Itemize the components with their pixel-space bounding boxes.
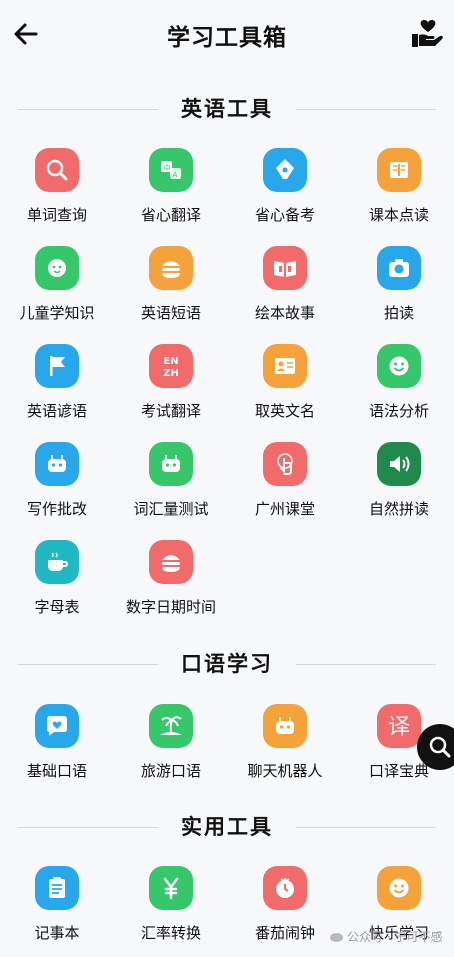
tool-tile[interactable]: 绘本故事 <box>228 246 342 336</box>
svg-text:A: A <box>173 171 178 179</box>
section-title: 实用工具 <box>181 815 273 839</box>
burger-icon <box>149 246 193 290</box>
tool-label: 字母表 <box>34 598 80 616</box>
page-title: 学习工具箱 <box>167 25 287 51</box>
tool-label: 记事本 <box>34 924 80 942</box>
tool-label: 取英文名 <box>254 402 315 420</box>
book-icon <box>377 148 421 192</box>
divider <box>296 664 436 665</box>
tool-tile[interactable]: 语法分析 <box>342 344 454 434</box>
tomato-clock-icon <box>263 866 307 910</box>
tool-label: 广州课堂 <box>254 500 315 518</box>
tool-tile[interactable]: EN ZH 考试翻译 <box>114 344 228 434</box>
tool-tile[interactable]: 中 A 省心翻译 <box>114 148 228 238</box>
watermark-text: 公众号 · 宁可不感 <box>347 930 443 944</box>
notepad-icon <box>35 866 79 910</box>
section-title: 口语学习 <box>181 652 273 676</box>
tool-label: 汇率转换 <box>140 924 201 942</box>
section-title: 英语工具 <box>181 97 273 121</box>
tool-tile[interactable]: 拍读 <box>342 246 454 336</box>
tool-tile[interactable]: 基础口语 <box>0 704 114 794</box>
tool-label: 儿童学知识 <box>19 304 95 322</box>
tool-label: 数字日期时间 <box>125 598 216 616</box>
svg-text:ZH: ZH <box>163 368 179 379</box>
robot-icon <box>149 442 193 486</box>
translate-icon: 中A <box>149 148 193 192</box>
wechat-icon <box>330 933 343 942</box>
tool-tile[interactable]: 汇率转换 <box>114 866 228 956</box>
tool-tile[interactable]: 广州课堂 <box>228 442 342 532</box>
tool-label: 自然拼读 <box>368 500 429 518</box>
svg-text:EN: EN <box>163 356 178 367</box>
tool-label: 语法分析 <box>368 402 429 420</box>
tool-label: 词汇量测试 <box>133 500 209 518</box>
tool-label: 省心翻译 <box>140 206 201 224</box>
tool-label: 单词查询 <box>26 206 87 224</box>
section-header-practical-tools: 实用工具 <box>0 811 454 843</box>
chat-heart-icon <box>35 704 79 748</box>
tool-tile[interactable]: 番茄闹钟 <box>228 866 342 956</box>
tool-tile[interactable]: 取英文名 <box>228 344 342 434</box>
palm-island-icon <box>149 704 193 748</box>
divider <box>296 827 436 828</box>
watermark: 公众号 · 宁可不感 <box>330 928 442 945</box>
tool-tile[interactable]: 字母表 <box>0 540 114 630</box>
tool-label: 拍读 <box>383 304 414 322</box>
speaker-icon <box>377 442 421 486</box>
tool-label: 省心备考 <box>254 206 315 224</box>
tool-tile[interactable]: 写作批改 <box>0 442 114 532</box>
tool-label: 聊天机器人 <box>247 762 323 780</box>
divider <box>296 109 436 110</box>
tool-tile[interactable]: 省心备考 <box>228 148 342 238</box>
yi-char-icon: 译 <box>377 704 421 748</box>
tool-label: 番茄闹钟 <box>254 924 315 942</box>
yen-icon <box>149 866 193 910</box>
svg-text:译: 译 <box>388 715 410 740</box>
search-icon <box>35 148 79 192</box>
id-card-icon <box>263 344 307 388</box>
tool-tile[interactable]: 词汇量测试 <box>114 442 228 532</box>
tool-tile[interactable]: 儿童学知识 <box>0 246 114 336</box>
smile-icon <box>377 344 421 388</box>
tool-label: 旅游口语 <box>140 762 201 780</box>
tool-tile[interactable]: 旅游口语 <box>114 704 228 794</box>
section-header-speaking: 口语学习 <box>0 648 454 680</box>
svg-text:中: 中 <box>164 163 171 172</box>
tool-label: 考试翻译 <box>140 402 201 420</box>
robot-icon <box>263 704 307 748</box>
section-header-english-tools: 英语工具 <box>0 93 454 125</box>
tool-label: 基础口语 <box>26 762 87 780</box>
tool-label: 英语谚语 <box>26 402 87 420</box>
pen-nib-icon <box>263 148 307 192</box>
burger-icon <box>149 540 193 584</box>
en-zh-icon: EN ZH <box>149 344 193 388</box>
tool-tile[interactable]: 数字日期时间 <box>114 540 228 630</box>
tool-tile[interactable]: 自然拼读 <box>342 442 454 532</box>
cup-icon <box>35 540 79 584</box>
smile-icon <box>377 866 421 910</box>
tool-label: 课本点读 <box>368 206 429 224</box>
open-book-icon <box>263 246 307 290</box>
robot-icon <box>35 442 79 486</box>
tool-label: 英语短语 <box>140 304 201 322</box>
child-face-icon <box>35 246 79 290</box>
tool-label: 绘本故事 <box>254 304 315 322</box>
header-bar: 学习工具箱 <box>0 0 454 68</box>
heart-in-hand-icon[interactable] <box>410 16 444 50</box>
tap-icon <box>263 442 307 486</box>
search-icon <box>429 736 451 758</box>
tool-label: 写作批改 <box>26 500 87 518</box>
tool-tile[interactable]: 记事本 <box>0 866 114 956</box>
tool-tile[interactable]: 单词查询 <box>0 148 114 238</box>
tool-tile[interactable]: 聊天机器人 <box>228 704 342 794</box>
camera-icon <box>377 246 421 290</box>
tool-tile[interactable]: 英语谚语 <box>0 344 114 434</box>
tool-tile[interactable]: 课本点读 <box>342 148 454 238</box>
flag-icon <box>35 344 79 388</box>
tool-tile[interactable]: 英语短语 <box>114 246 228 336</box>
